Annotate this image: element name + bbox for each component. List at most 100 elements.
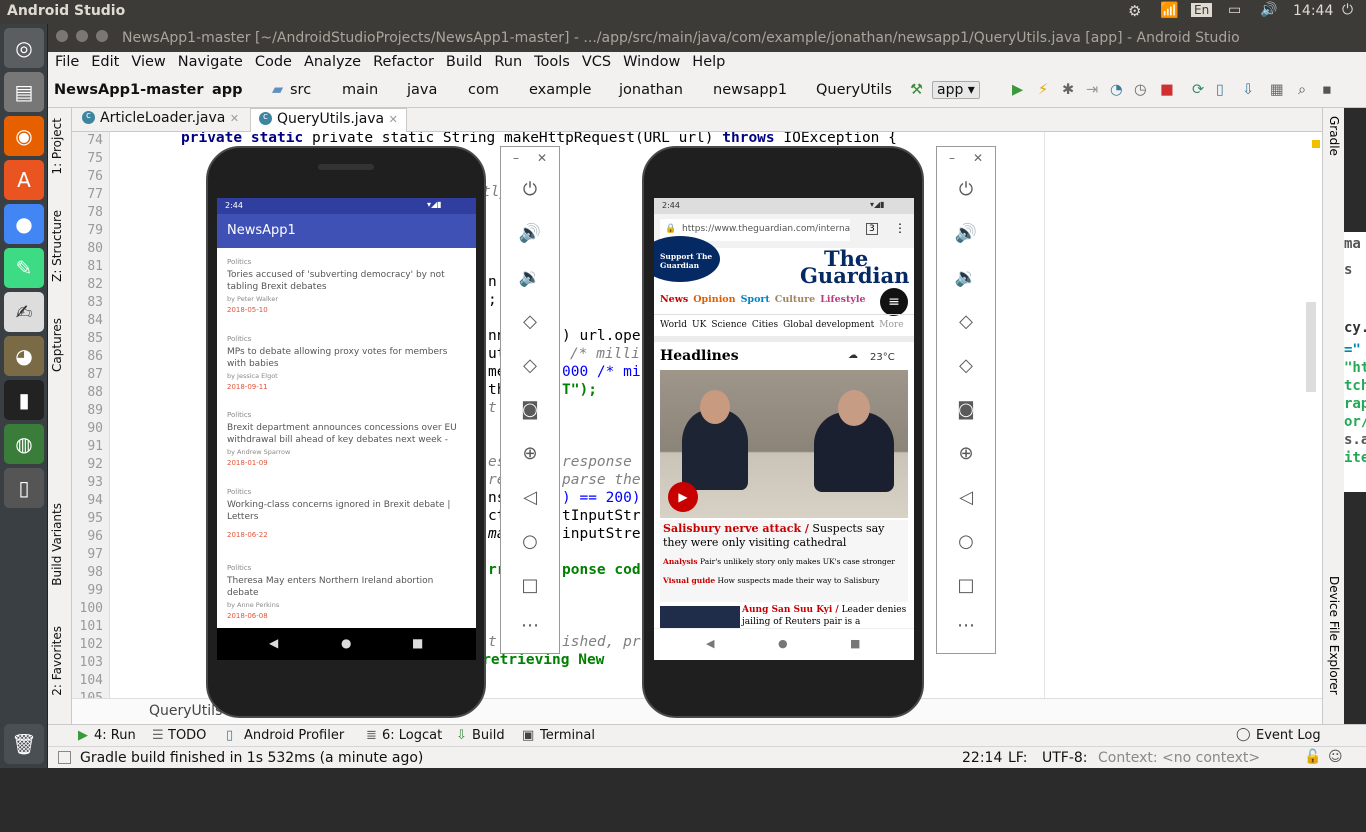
breadcrumb-jonathan[interactable]: jonathan [619,82,683,98]
menu-vcs[interactable]: VCS [582,54,611,70]
maximize-icon[interactable] [96,30,108,42]
subnav-cities[interactable]: Cities [752,320,778,330]
zoom-icon[interactable]: ⊕ [937,443,995,464]
stop-icon[interactable]: ■ [1160,82,1174,98]
story-thumbnail[interactable] [660,606,740,628]
browser-menu-icon[interactable]: ⋮ [894,221,906,235]
zoom-icon[interactable]: ⊕ [501,443,559,464]
article-item[interactable]: Politics MPs to debate allowing proxy vo… [227,335,462,391]
tool-device-file-explorer[interactable]: Device File Explorer [1327,576,1341,695]
menu-tools[interactable]: Tools [534,54,570,70]
tool-project[interactable]: 1: Project [50,118,64,175]
tool-run[interactable]: 4: Run [94,728,136,743]
breadcrumb-main[interactable]: main [342,82,378,98]
article-item[interactable]: Politics Tories accused of 'subverting d… [227,258,462,314]
headline-image[interactable]: ▶ [660,370,908,518]
menu-refactor[interactable]: Refactor [373,54,434,70]
minimize-icon[interactable] [76,30,88,42]
camera-icon[interactable]: ◙ [501,399,559,420]
minimize-icon[interactable]: – [949,151,955,165]
weather-temp[interactable]: 23°C [870,352,895,363]
build-hammer-icon[interactable]: ⚒ [910,82,923,98]
chromium-icon[interactable]: ● [4,204,44,244]
tool-android-profiler[interactable]: Android Profiler [244,728,344,743]
home-icon[interactable]: ○ [937,531,995,552]
tool-favorites[interactable]: 2: Favorites [50,626,64,696]
nav-news[interactable]: News [660,294,688,305]
article-item[interactable]: Politics Brexit department announces con… [227,411,462,467]
settings-icon[interactable]: ⚙ [1128,2,1141,20]
menu-view[interactable]: View [131,54,165,70]
menu-analyze[interactable]: Analyze [304,54,361,70]
breadcrumb-com[interactable]: com [468,82,499,98]
volume-icon[interactable]: 🔊 [1260,2,1277,18]
software-center-icon[interactable]: A [4,160,44,200]
close-tab-icon[interactable]: ✕ [230,112,239,125]
close-icon[interactable] [56,30,68,42]
breadcrumb-newsapp1[interactable]: newsapp1 [713,82,787,98]
avd-manager-icon[interactable]: ▯ [1216,82,1224,98]
profile-icon[interactable]: ◷ [1134,82,1147,98]
text-editor-icon[interactable]: ✍ [4,292,44,332]
back-icon[interactable]: ◁ [501,487,559,508]
secondary-story[interactable]: Aung San Suu Kyi / Leader denies jailing… [742,604,910,628]
breadcrumb-java[interactable]: java [407,82,437,98]
subnav-science[interactable]: Science [711,320,747,330]
nav-culture[interactable]: Culture [775,294,815,305]
subnav-global-development[interactable]: Global development [783,320,874,330]
nav-opinion[interactable]: Opinion [693,294,735,305]
menu-navigate[interactable]: Navigate [178,54,243,70]
tool-terminal[interactable]: Terminal [540,728,595,743]
power-icon[interactable]: ⏻ [501,179,559,200]
article-item[interactable]: Politics Theresa May enters Northern Ire… [227,564,462,620]
android-sdk-icon[interactable]: ◍ [4,424,44,464]
apply-changes-icon[interactable]: ⚡ [1038,82,1048,98]
menu-run[interactable]: Run [494,54,522,70]
home-icon[interactable]: ● [778,637,788,650]
breadcrumb-example[interactable]: example [529,82,591,98]
status-message[interactable]: Gradle build finished in 1s 532ms (a min… [80,750,423,766]
file-encoding[interactable]: UTF-8: [1042,750,1088,766]
menu-build[interactable]: Build [446,54,482,70]
clock[interactable]: 14:44 [1293,3,1333,19]
firefox-icon[interactable]: ◉ [4,116,44,156]
tool-build[interactable]: Build [472,728,505,743]
volume-up-icon[interactable]: 🔊 [937,223,995,244]
debug-icon[interactable]: ✱ [1062,82,1074,98]
overview-icon[interactable]: □ [937,575,995,596]
back-icon[interactable]: ◀ [269,636,278,650]
coverage-icon[interactable]: ◔ [1110,82,1123,98]
tool-captures[interactable]: Captures [50,318,64,372]
subnav-uk[interactable]: UK [692,320,706,330]
subnav-more[interactable]: More [879,320,903,330]
more-icon[interactable]: ⋯ [937,615,995,636]
rotate-right-icon[interactable]: ◇ [937,355,995,376]
close-icon[interactable]: ✕ [537,151,547,165]
back-icon[interactable]: ◀ [706,637,714,650]
overview-icon[interactable]: ■ [412,636,423,650]
tool-todo[interactable]: TODO [168,728,206,743]
menu-edit[interactable]: Edit [91,54,119,70]
android-studio-icon[interactable]: ✎ [4,248,44,288]
menu-window[interactable]: Window [623,54,680,70]
keyboard-layout[interactable]: En [1191,3,1213,17]
volume-up-icon[interactable]: 🔊 [501,223,559,244]
volume-down-icon[interactable]: 🔉 [937,267,995,288]
lock-icon[interactable]: 🔓 [1304,749,1321,765]
close-icon[interactable]: ✕ [973,151,983,165]
search-icon[interactable]: ◎ [4,28,44,68]
search-everywhere-icon[interactable]: ⌕ [1298,82,1306,98]
tool-event-log[interactable]: Event Log [1256,728,1321,743]
tool-structure[interactable]: Z: Structure [50,210,64,282]
structure-icon[interactable]: ▦ [1270,82,1284,98]
rotate-left-icon[interactable]: ◇ [501,311,559,332]
gimp-icon[interactable]: ◕ [4,336,44,376]
minimize-icon[interactable]: – [513,151,519,165]
menu-file[interactable]: File [55,54,79,70]
terminal-toolbar-icon[interactable]: ▪ [1322,82,1332,98]
subnav-world[interactable]: World [660,320,687,330]
line-separator[interactable]: LF: [1008,750,1027,766]
attach-debugger-icon[interactable]: ⇥ [1086,82,1098,98]
nav-lifestyle[interactable]: Lifestyle [820,294,865,305]
caret-position[interactable]: 22:14 [962,750,1002,766]
